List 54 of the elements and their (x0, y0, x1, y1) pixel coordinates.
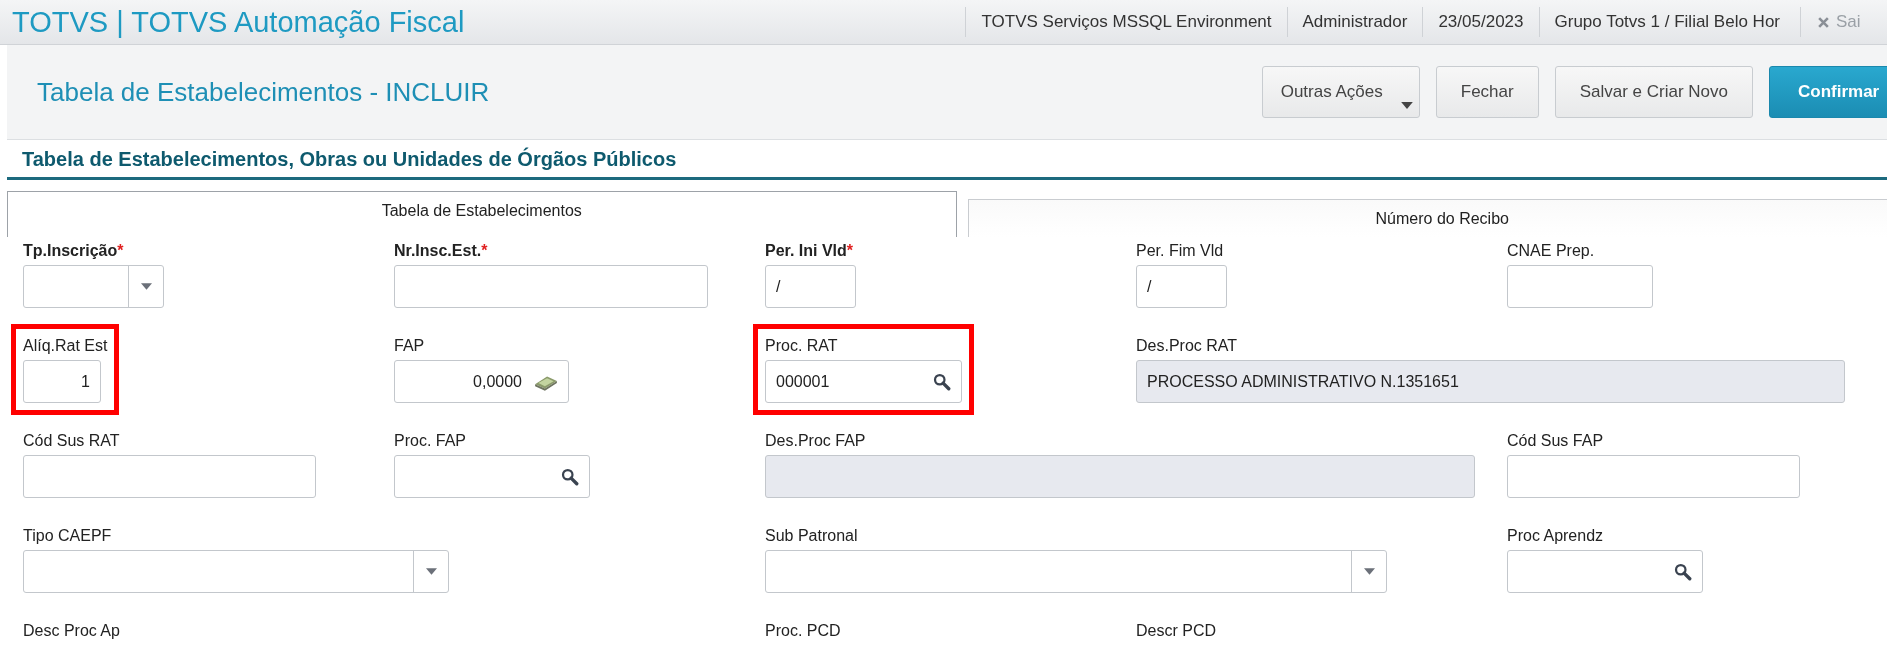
search-icon (1674, 562, 1692, 581)
field-label: Alíq.Rat Est (23, 336, 108, 356)
field-label: Per. Ini Vld* (765, 241, 854, 261)
readonly-field: PROCESSO ADMINISTRATIVO N.1351651 (1136, 360, 1845, 403)
input-field[interactable]: / (765, 265, 856, 308)
caret-icon (140, 283, 152, 290)
field-label: Cód Sus FAP (1507, 431, 1604, 451)
header-info: TOTVS Serviços MSSQL Environment (965, 7, 1287, 37)
field-label: Proc. RAT (765, 336, 838, 356)
header-info: 23/05/2023 (1422, 7, 1539, 37)
tab[interactable]: Tabela de Estabelecimentos (7, 191, 957, 237)
action-button[interactable]: Salvar e Criar Novo (1554, 66, 1753, 118)
caret-icon (1363, 568, 1375, 575)
field-label: Sub Patronal (765, 526, 858, 546)
section-title: Tabela de Estabelecimentos, Obras ou Unidades de Órgãos Públicos (7, 140, 1887, 180)
close-icon (1817, 15, 1830, 29)
input-field[interactable]: 0,0000 (394, 360, 569, 403)
lookup-field[interactable]: 000001 (765, 360, 962, 403)
field-label: CNAE Prep. (1507, 241, 1595, 261)
field-label: Tipo CAEPF (23, 526, 112, 546)
field-label: Tp.Inscrição* (23, 241, 124, 261)
field-label: Nr.Insc.Est.* (394, 241, 488, 261)
field-label: Proc. PCD (765, 621, 841, 641)
input-field[interactable]: / (1136, 265, 1227, 308)
action-button[interactable]: Fechar (1435, 66, 1539, 118)
input-field[interactable]: 1 (23, 360, 101, 403)
header-info: Administrador (1286, 7, 1423, 37)
lookup-field[interactable] (394, 455, 590, 498)
field-label: Proc Aprendz (1507, 526, 1604, 546)
field-label: Proc. FAP (394, 431, 467, 451)
field-label: Descr PCD (1136, 621, 1216, 641)
lookup-field[interactable] (1507, 550, 1703, 593)
page-title: Tabela de Estabelecimentos - INCLUIR (36, 76, 490, 108)
field-label: Per. Fim Vld (1136, 241, 1224, 261)
header-info: Grupo Totvs 1 / Filial Belo Hor (1538, 7, 1800, 37)
field-label: Desc Proc Ap (23, 621, 120, 641)
dropdown-field[interactable] (765, 550, 1387, 593)
actions-menu-button[interactable]: Outras Ações (1261, 66, 1420, 118)
input-field[interactable] (1507, 265, 1653, 308)
input-field[interactable] (23, 455, 316, 498)
input-field[interactable] (394, 265, 708, 308)
app-title: TOTVS | TOTVS Automação Fiscal (11, 5, 465, 39)
dropdown-field[interactable] (23, 550, 449, 593)
tab[interactable]: Número do Recibo (967, 199, 1887, 237)
field-label: FAP (394, 336, 425, 356)
input-field[interactable] (1507, 455, 1800, 498)
caret-icon (1400, 102, 1413, 109)
field-label: Des.Proc RAT (1136, 336, 1238, 356)
search-icon (561, 467, 579, 486)
dropdown-field[interactable] (23, 265, 164, 308)
search-icon (933, 372, 951, 391)
field-label: Cód Sus RAT (23, 431, 120, 451)
field-label: Des.Proc FAP (765, 431, 866, 451)
caret-icon (425, 568, 437, 575)
